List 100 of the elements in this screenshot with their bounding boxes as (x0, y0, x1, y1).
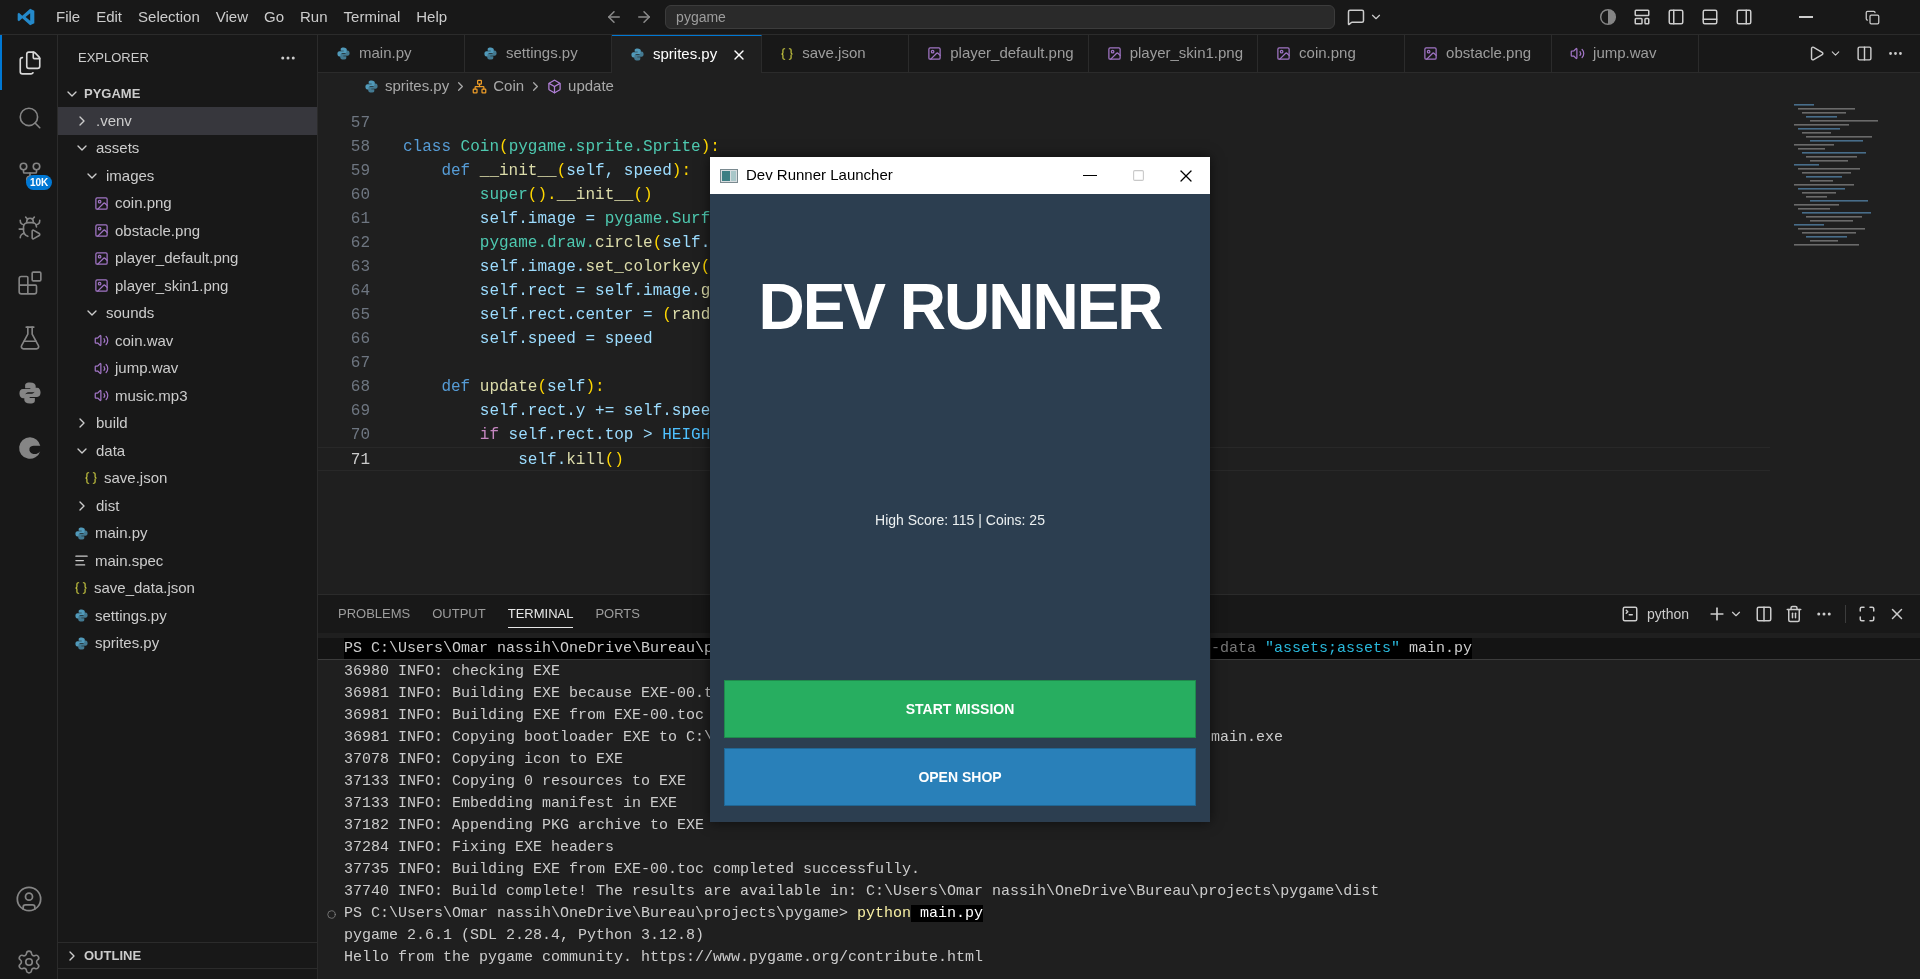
explorer-item[interactable]: save.json (58, 464, 317, 492)
code-line: self.rect.y += self.spee (478, 401, 711, 422)
terminal-line: 37078 INFO: Copying icon to EXE (344, 750, 624, 770)
terminal-line: 37735 INFO: Building EXE from EXE-00.toc completed successfully. (344, 860, 921, 880)
files-icon[interactable] (16, 49, 43, 76)
explorer-item[interactable]: coin.png (58, 189, 317, 217)
explorer-item[interactable]: music.mp3 (58, 382, 317, 410)
panel-tab[interactable]: OUTPUT (432, 599, 486, 629)
explorer-item[interactable]: save_data.json (58, 574, 317, 602)
chat-icon[interactable] (1347, 8, 1366, 26)
explorer-item[interactable]: sounds (58, 299, 317, 327)
menu-item[interactable]: Edit (88, 5, 131, 29)
breadcrumb-item[interactable]: Coin (493, 75, 525, 98)
explorer-item[interactable]: sprites.py (58, 629, 317, 657)
menu-item[interactable]: View (207, 5, 256, 29)
terminal-line: 36980 INFO: checking EXE (344, 662, 561, 682)
explorer-item[interactable]: dist (58, 492, 317, 520)
maximize-icon[interactable] (1858, 605, 1876, 623)
editor-tab[interactable]: player_default.png (909, 35, 1089, 73)
terminal-profile[interactable]: python (1646, 603, 1689, 625)
code-line: self.kill() (517, 450, 624, 470)
terminal-line: pygame 2.6.1 (SDL 2.28.4, Python 3.12.8) (344, 926, 705, 946)
half-circle-icon[interactable] (1599, 8, 1617, 26)
editor-tab[interactable]: sprites.py (612, 35, 763, 73)
explorer-item[interactable]: assets (58, 134, 317, 162)
explorer-item[interactable]: settings.py (58, 602, 317, 630)
explorer-item[interactable]: data (58, 437, 317, 465)
panel-tab[interactable]: PORTS (595, 599, 640, 629)
code-line: if self.rect.top > HEIGH (478, 425, 711, 446)
python-icon (74, 525, 89, 541)
image-icon (94, 223, 109, 239)
maximize-icon (1131, 169, 1145, 182)
editor-tab[interactable]: coin.png (1258, 35, 1406, 73)
lines-icon (74, 553, 89, 569)
panel-right-icon[interactable] (1735, 8, 1753, 26)
code-line: self.image.set_colorkey( (478, 257, 711, 278)
layout-icon[interactable] (1633, 8, 1651, 26)
braces-icon (84, 471, 98, 486)
line-number: 69 (349, 401, 370, 422)
breadcrumb-item[interactable]: update (568, 75, 614, 98)
editor-tab[interactable]: player_skin1.png (1088, 35, 1259, 73)
blocks-icon[interactable] (16, 269, 43, 296)
restore-icon[interactable] (1865, 9, 1880, 25)
explorer-item[interactable]: player_skin1.png (58, 272, 317, 300)
explorer-item[interactable]: player_default.png (58, 244, 317, 272)
panel-left-icon[interactable] (1667, 8, 1685, 26)
menu-item[interactable]: Help (408, 5, 456, 29)
explorer-root[interactable]: PYGAME (58, 80, 317, 107)
code-line: self.speed = speed (478, 329, 653, 350)
editor-tab[interactable]: obstacle.png (1405, 35, 1553, 73)
launcher-button[interactable]: OPEN SHOP (724, 748, 1196, 806)
terminal-line: 36981 INFO: Building EXE from EXE-00.toc (344, 706, 705, 726)
python-icon (483, 46, 498, 61)
explorer-item[interactable]: main.spec (58, 547, 317, 575)
explorer-item[interactable]: images (58, 162, 317, 190)
explorer-item[interactable]: coin.wav (58, 327, 317, 355)
line-number: 71 (349, 450, 370, 470)
class-icon (472, 79, 488, 94)
explorer-item[interactable]: build (58, 409, 317, 437)
terminal-line: 36981 INFO: Building EXE because EXE-00.t (344, 684, 714, 704)
code-line: self.rect.center = (rand (478, 305, 711, 326)
menu-item[interactable]: Run (292, 5, 336, 29)
panel-tab[interactable]: PROBLEMS (338, 599, 411, 629)
line-number: 66 (349, 329, 370, 350)
speaker-icon (1570, 46, 1586, 61)
explorer-item[interactable]: .venv (58, 107, 317, 135)
speaker-icon (94, 388, 109, 404)
line-number: 68 (349, 377, 370, 398)
settings-icon[interactable] (15, 949, 42, 975)
menu-item[interactable]: File (48, 5, 89, 29)
outline-header[interactable]: OUTLINE (58, 942, 317, 968)
braces-icon (74, 581, 88, 596)
command-center-search[interactable]: pygame (665, 5, 1336, 29)
explorer-item[interactable]: jump.wav (58, 354, 317, 382)
explorer-item[interactable]: main.py (58, 519, 317, 547)
window-title: Dev Runner Launcher (746, 165, 893, 186)
python-icon[interactable] (16, 379, 43, 406)
panel-bottom-icon[interactable] (1701, 8, 1719, 26)
account-icon[interactable] (14, 885, 43, 913)
swirl-icon[interactable] (16, 434, 43, 461)
explorer-item[interactable]: obstacle.png (58, 217, 317, 245)
line-number: 64 (349, 281, 370, 302)
braces-icon (780, 46, 795, 61)
image-icon (1276, 46, 1292, 61)
run-icon[interactable] (1808, 45, 1825, 62)
code-line: self.rect = self.image.g (478, 281, 711, 302)
bug-play-icon[interactable] (16, 214, 43, 241)
trash-icon[interactable] (1785, 605, 1803, 623)
split-icon[interactable] (1755, 605, 1773, 623)
editor-tab[interactable]: save.json (762, 35, 910, 73)
breadcrumb-item[interactable]: sprites.py (385, 75, 450, 98)
menu-item[interactable]: Go (256, 5, 292, 29)
activity-item[interactable]: 10K (0, 145, 57, 200)
split-editor-icon[interactable] (1856, 45, 1873, 62)
editor-tab[interactable]: jump.wav (1552, 35, 1700, 73)
menu-item[interactable]: Selection (130, 5, 208, 29)
editor-tab[interactable]: main.py (318, 35, 465, 73)
menu-item[interactable]: Terminal (335, 5, 409, 29)
code-line: self.image = pygame.Surf (478, 209, 711, 230)
panel-tab[interactable]: TERMINAL (507, 599, 574, 629)
